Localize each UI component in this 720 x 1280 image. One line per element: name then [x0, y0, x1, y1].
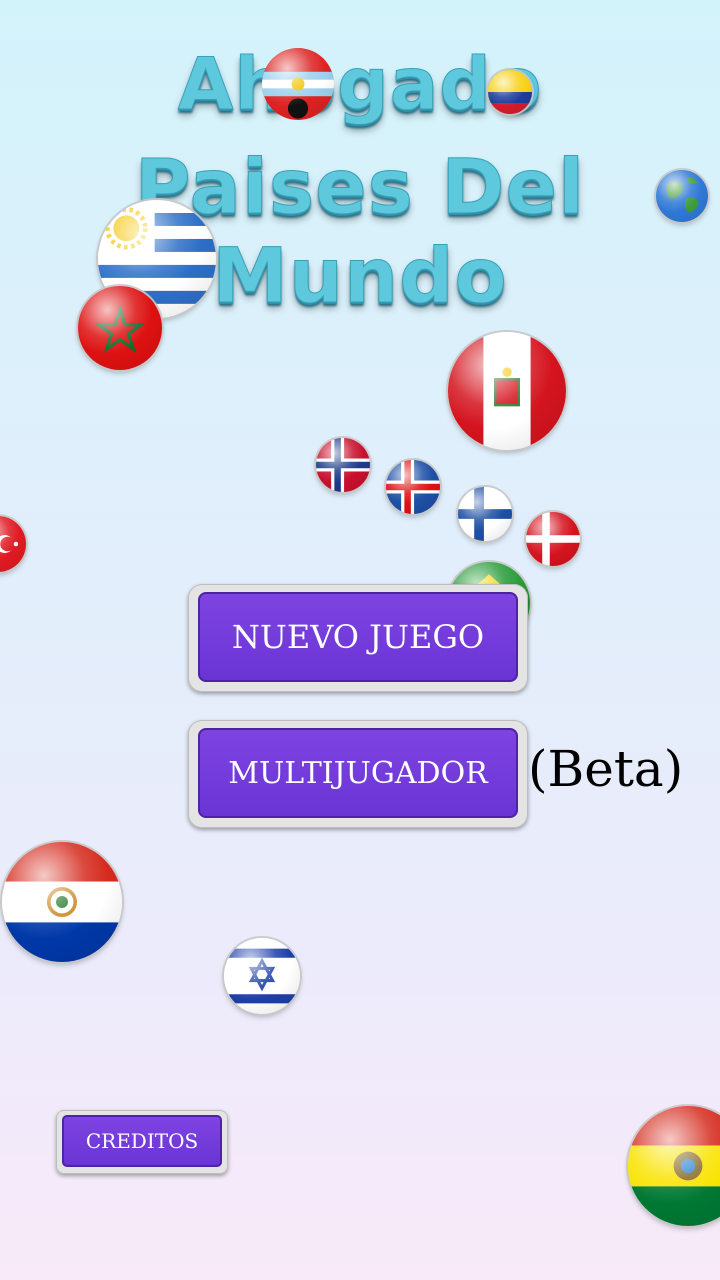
- israel-flag-icon: [224, 938, 300, 1014]
- new-game-button-frame: NUEVO JUEGO: [188, 584, 528, 692]
- earth-globe-icon: [656, 170, 708, 222]
- turkey-flag-icon: [0, 516, 26, 572]
- game-title-line1: Ahogado: [177, 42, 543, 127]
- denmark-flag-icon: [526, 512, 580, 566]
- credits-button-frame: CREDITOS: [56, 1110, 228, 1174]
- credits-button[interactable]: CREDITOS: [62, 1115, 222, 1167]
- finland-flag-icon: [458, 487, 512, 541]
- multiplayer-button[interactable]: MULTIJUGADOR: [198, 728, 518, 818]
- bolivia-flag-icon: [628, 1106, 720, 1226]
- colombia-flag-icon: [488, 70, 532, 114]
- iceland-flag-icon: [386, 460, 440, 514]
- argentina-flag-icon: [262, 48, 334, 120]
- multiplayer-button-frame: MULTIJUGADOR: [188, 720, 528, 828]
- beta-label: (Beta): [528, 740, 684, 798]
- paraguay-flag-icon: [2, 842, 122, 962]
- morocco-flag-icon: [78, 286, 162, 370]
- norway-flag-icon: [316, 438, 370, 492]
- peru-flag-icon: [448, 332, 566, 450]
- new-game-button[interactable]: NUEVO JUEGO: [198, 592, 518, 682]
